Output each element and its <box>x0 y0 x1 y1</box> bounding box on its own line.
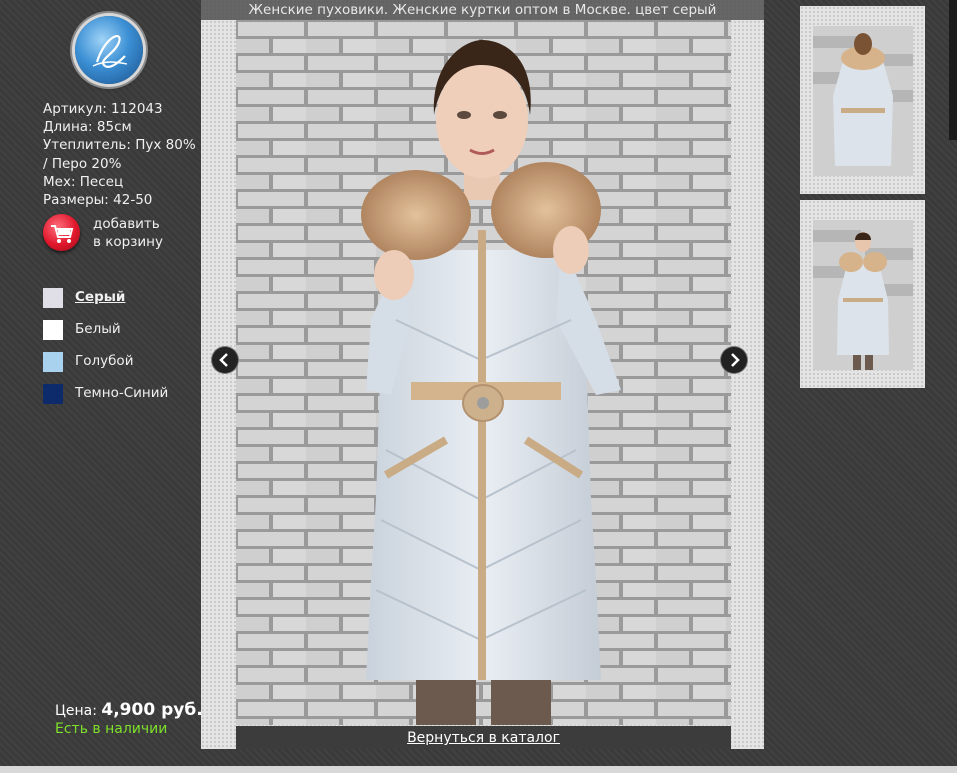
spec-insulation: Утеплитель: Пух 80% / Перо 20% <box>43 137 196 172</box>
color-label: Темно-Синий <box>75 385 169 401</box>
spec-length: Длина: 85см <box>43 119 132 136</box>
color-swatch <box>43 320 63 340</box>
back-to-catalog-link[interactable]: Вернуться в каталог <box>407 730 560 746</box>
color-swatch <box>43 288 63 308</box>
shopping-cart-icon <box>43 214 80 251</box>
page-bottom-strip <box>0 766 957 773</box>
price-label: Цена: <box>55 703 97 719</box>
add-to-cart-button[interactable]: добавить в корзину <box>43 214 203 254</box>
thumbnail-back-view[interactable] <box>800 6 925 194</box>
chevron-right-icon <box>731 353 740 367</box>
thumbnail-image <box>813 220 913 370</box>
scrollbar[interactable] <box>949 0 957 140</box>
color-label: Голубой <box>75 353 134 369</box>
product-main-photo <box>236 20 731 725</box>
color-swatch <box>43 352 63 372</box>
brand-logo[interactable] <box>75 16 143 84</box>
thumbnail-image <box>813 26 913 176</box>
color-label: Белый <box>75 321 121 337</box>
thumbnail-front-view[interactable] <box>800 200 925 388</box>
next-image-button[interactable] <box>721 347 747 373</box>
price: Цена: 4,900 руб. <box>55 700 203 720</box>
add-to-cart-label: добавить в корзину <box>93 216 163 250</box>
spec-sizes: Размеры: 42-50 <box>43 192 153 209</box>
color-label: Серый <box>75 289 126 305</box>
spec-fur: Мех: Песец <box>43 173 124 190</box>
product-specs: Артикул: 112043 Длина: 85см Утеплитель: … <box>43 100 203 209</box>
spec-article: Артикул: 112043 <box>43 101 163 117</box>
price-value: 4,900 руб. <box>101 700 203 720</box>
back-to-catalog-bar: Вернуться в каталог <box>236 726 731 749</box>
chevron-left-icon <box>219 353 228 367</box>
prev-image-button[interactable] <box>212 347 238 373</box>
color-swatch <box>43 384 63 404</box>
logo-script-icon <box>92 35 128 68</box>
stock-status: Есть в наличии <box>55 721 168 737</box>
image-title: Женские пуховики. Женские куртки оптом в… <box>201 0 764 20</box>
